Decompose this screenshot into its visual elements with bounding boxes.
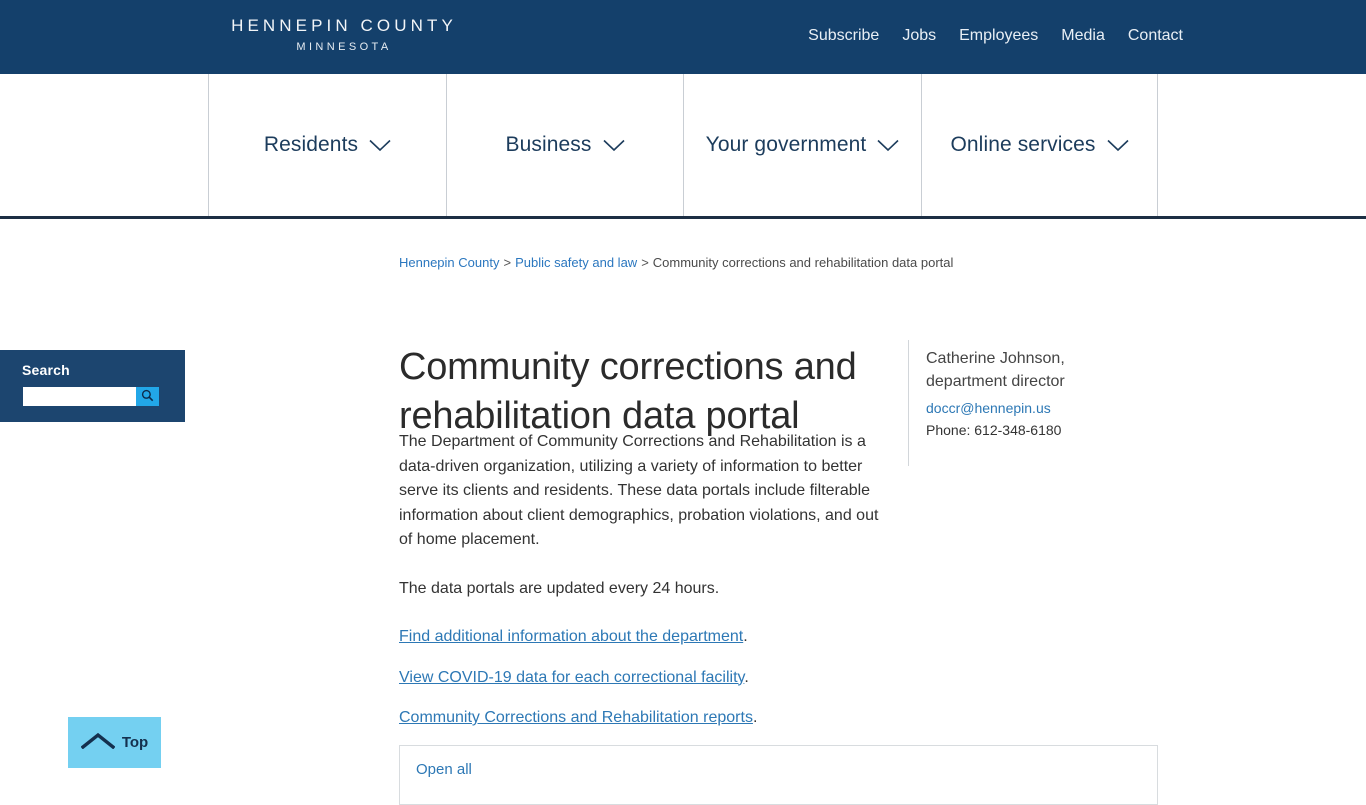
link-paragraph-covid: View COVID-19 data for each correctional… — [399, 666, 881, 691]
utility-nav: Subscribe Jobs Employees Media Contact — [808, 25, 1183, 47]
chevron-down-icon — [602, 139, 625, 152]
intro-paragraph: The Department of Community Corrections … — [399, 433, 879, 548]
contact-phone: Phone: 612-348-6180 — [926, 422, 1062, 438]
nav-item-residents-label: Residents — [263, 133, 359, 156]
nav-item-your-government-label: Your government — [705, 133, 867, 156]
utility-link-contact[interactable]: Contact — [1128, 25, 1183, 47]
breadcrumb-current: Community corrections and rehabilitation… — [652, 255, 954, 270]
brand-name: HENNEPIN COUNTY — [231, 16, 457, 35]
link-paragraph-reports: Community Corrections and Rehabilitation… — [399, 706, 881, 731]
main-navigation: Residents Business Your government Onlin… — [208, 74, 1158, 216]
main-navigation-bar: Residents Business Your government Onlin… — [0, 74, 1366, 219]
chevron-down-icon — [1106, 139, 1129, 152]
breadcrumb-separator: > — [641, 255, 649, 270]
open-all-link[interactable]: Open all — [416, 761, 472, 778]
chevron-up-icon — [80, 732, 116, 754]
update-frequency-paragraph: The data portals are updated every 24 ho… — [399, 579, 720, 597]
link-trailing-period: . — [744, 668, 749, 686]
link-paragraph-department: Find additional information about the de… — [399, 625, 881, 650]
nav-item-online-services-label: Online services — [950, 133, 1096, 156]
link-department-info[interactable]: Find additional information about the de… — [399, 628, 743, 645]
nav-item-business-label: Business — [505, 133, 592, 156]
accordion-panel: Open all — [399, 745, 1158, 805]
utility-link-media[interactable]: Media — [1061, 25, 1105, 47]
nav-item-your-government[interactable]: Your government — [683, 74, 921, 216]
main-content: The Department of Community Corrections … — [399, 430, 881, 747]
breadcrumb-link-public-safety[interactable]: Public safety and law — [515, 255, 637, 270]
back-to-top-button[interactable]: Top — [68, 717, 161, 768]
chevron-down-icon — [369, 139, 391, 152]
contact-name: Catherine Johnson, department director — [926, 350, 1065, 390]
nav-item-residents[interactable]: Residents — [208, 74, 446, 216]
link-covid-data[interactable]: View COVID-19 data for each correctional… — [399, 669, 744, 686]
contact-email-link[interactable]: doccr@hennepin.us — [926, 398, 1158, 419]
breadcrumb-link-home[interactable]: Hennepin County — [399, 255, 499, 270]
search-label: Search — [22, 362, 70, 378]
search-icon — [141, 389, 154, 405]
nav-item-business[interactable]: Business — [446, 74, 683, 216]
nav-item-online-services[interactable]: Online services — [921, 74, 1158, 216]
link-trailing-period: . — [743, 628, 748, 645]
utility-link-subscribe[interactable]: Subscribe — [808, 25, 879, 47]
contact-sidebar: Catherine Johnson, department director d… — [908, 340, 1158, 466]
utility-link-jobs[interactable]: Jobs — [902, 25, 936, 47]
search-input[interactable] — [23, 387, 136, 406]
search-form — [23, 387, 159, 406]
site-header: HENNEPIN COUNTY MINNESOTA Subscribe Jobs… — [0, 0, 1366, 74]
search-button[interactable] — [136, 387, 159, 406]
link-trailing-period: . — [752, 709, 758, 726]
search-widget: Search — [0, 350, 185, 422]
page-title: Community corrections and rehabilitation… — [399, 346, 857, 438]
breadcrumb-separator: > — [503, 255, 512, 270]
breadcrumb: Hennepin County > Public safety and law > Co… — [399, 254, 953, 271]
utility-link-employees[interactable]: Employees — [959, 25, 1038, 47]
brand-state: MINNESOTA — [296, 41, 392, 53]
link-ccr-reports[interactable]: Community Corrections and Rehabilitation… — [399, 709, 753, 726]
site-logo[interactable]: HENNEPIN COUNTY MINNESOTA — [208, 16, 480, 55]
back-to-top-label: Top — [121, 734, 149, 751]
chevron-down-icon — [877, 139, 899, 152]
